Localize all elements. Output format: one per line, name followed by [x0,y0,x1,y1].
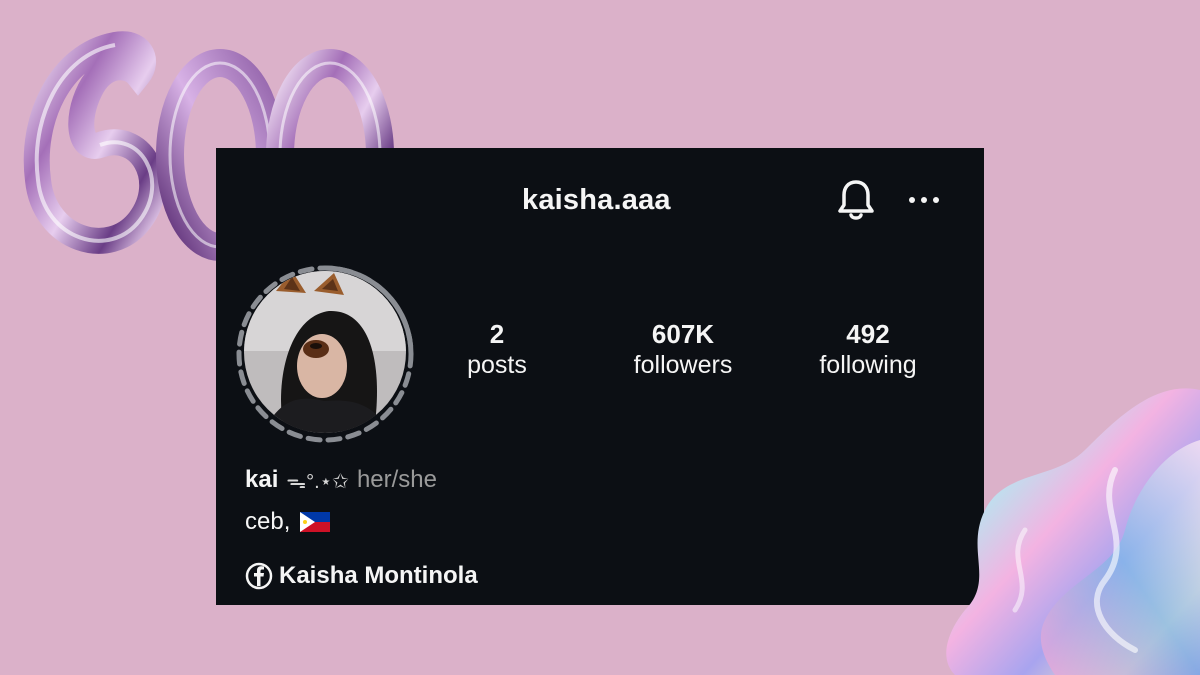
pronouns: her/she [356,466,437,493]
followers-count: 607K [651,319,715,349]
bio-decoration: ᯓ°.⋆✩ [286,470,349,493]
stat-following[interactable]: 492 following [788,319,948,381]
profile-username: kaisha.aaa [522,184,671,216]
facebook-name: Kaisha Montinola [279,562,478,589]
screen: kaisha.aaa 2 posts 607K followers 492 fo… [0,0,1200,675]
following-label: following [819,351,917,379]
philippines-flag-icon [300,512,331,532]
avatar[interactable] [244,271,406,433]
stat-followers[interactable]: 607K followers [603,319,763,381]
holographic-blob-graphic [946,388,1200,675]
more-options-icon[interactable] [906,188,942,212]
followers-label: followers [633,351,733,379]
facebook-link[interactable]: Kaisha Montinola [245,562,478,590]
facebook-icon [245,562,273,590]
posts-label: posts [467,351,527,379]
posts-count: 2 [489,319,505,349]
profile-card: kaisha.aaa 2 posts 607K followers 492 fo… [216,148,984,605]
avatar-photo [244,271,406,433]
following-count: 492 [846,319,890,349]
bio-name-line: kai ᯓ°.⋆✩ her/she [245,466,437,494]
display-name: kai [245,466,279,493]
bio-location-line: ceb, [245,508,331,536]
bell-icon[interactable] [836,178,876,222]
stat-posts[interactable]: 2 posts [417,319,577,381]
location-text: ceb, [245,508,291,535]
